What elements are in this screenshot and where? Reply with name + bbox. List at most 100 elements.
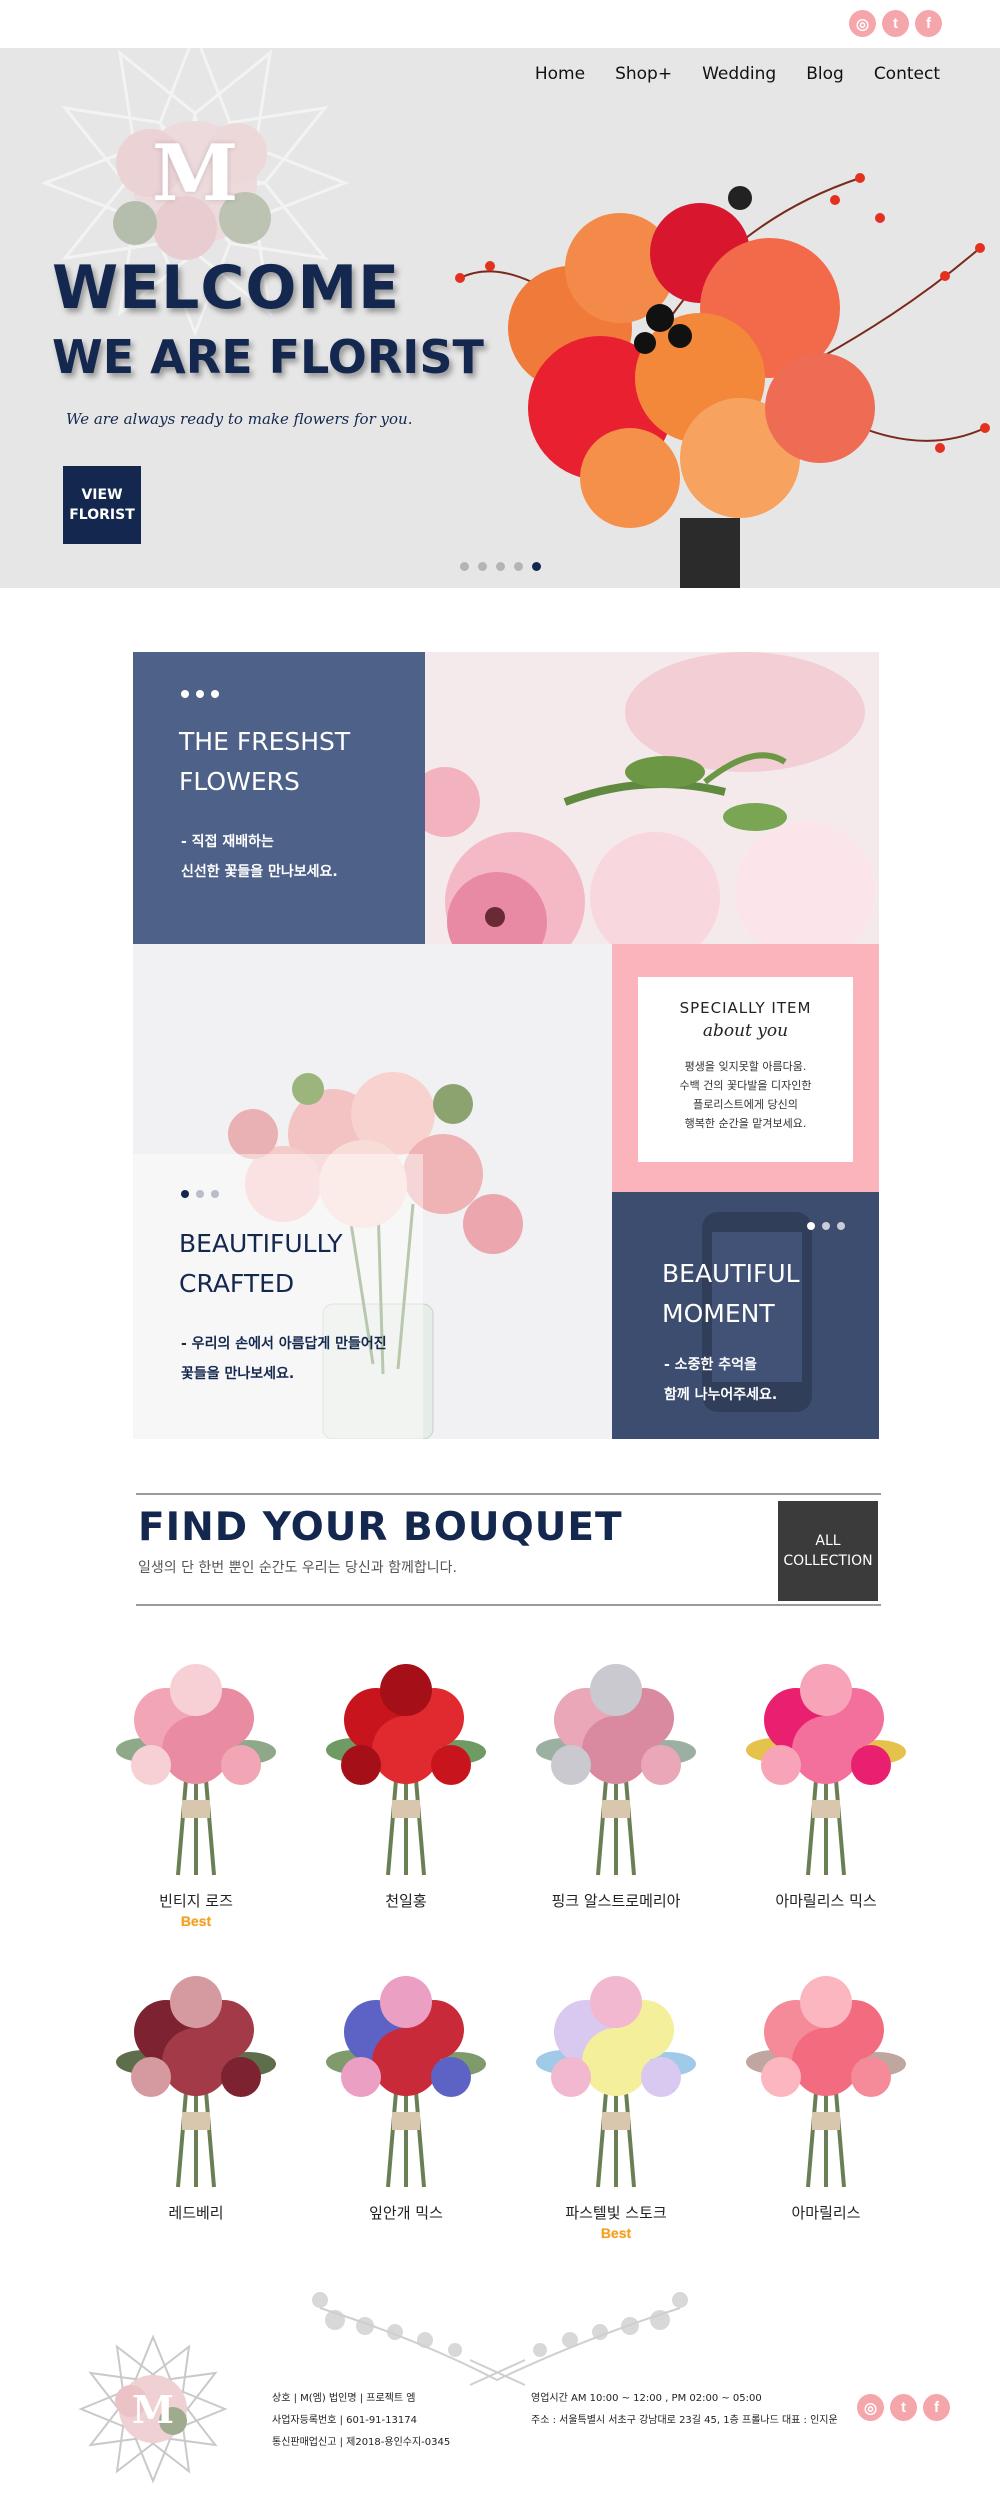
freshest-title-line: THE FRESHST [179, 727, 351, 756]
freshest-card[interactable]: THE FRESHST FLOWERS - 직접 재배하는 신선한 꽃들을 만나… [133, 652, 425, 944]
footer-company-line: 통신판매업신고 | 제2018-용인수지-0345 [272, 2437, 451, 2448]
crafted-text-line: 꽃들을 만나보세요. [181, 1366, 295, 1382]
product-name[interactable]: 핑크 알스트로메리아 [516, 1890, 716, 1911]
nav-wedding[interactable]: Wedding [702, 64, 776, 84]
special-item-title: SPECIALLY ITEM [679, 999, 812, 1017]
card-dot [211, 690, 219, 698]
hero-banner: M Home Shop+ Wedding Blog Contect WELCOM… [0, 48, 1000, 588]
bouquet-image [536, 1664, 696, 1876]
all-collection-button[interactable]: ALL COLLECTION [778, 1501, 878, 1601]
bouquet-image [326, 1664, 486, 1876]
top-bar: ◎ t f [0, 0, 1000, 48]
product-card[interactable]: 레드베리 [96, 1972, 296, 2223]
hero-subtitle-heading: WE ARE FLORIST [52, 330, 484, 384]
moment-text: - 소중한 추억을 함께 나누어주세요. [664, 1350, 777, 1410]
freshest-text-line: 신선한 꽃들을 만나보세요. [181, 864, 338, 880]
nav-home[interactable]: Home [535, 64, 585, 84]
nav-contact[interactable]: Contect [874, 64, 940, 84]
best-badge: Best [180, 1913, 212, 1929]
bouquet-image [746, 1664, 906, 1876]
facebook-icon[interactable]: f [915, 10, 942, 37]
footer-business-info: 영업시간 AM 10:00 ~ 12:00 , PM 02:00 ~ 05:00… [531, 2388, 838, 2432]
moment-title-line: BEAUTIFUL [662, 1259, 800, 1288]
footer-info-line: 주소 : 서울특별시 서초구 강남대로 23길 45, 1층 프롤나드 대표 :… [531, 2415, 838, 2426]
special-item-box: SPECIALLY ITEM about you 평생을 잊지못할 아름다움. … [638, 977, 853, 1162]
all-collection-label-1: ALL [815, 1533, 841, 1549]
main-nav: Home Shop+ Wedding Blog Contect [535, 64, 940, 84]
footer-social-links: ◎ t f [857, 2394, 950, 2421]
hero-bouquet-image [455, 173, 990, 588]
moment-title: BEAUTIFUL MOMENT [662, 1254, 800, 1334]
card-dot [807, 1222, 815, 1230]
freshest-text: - 직접 재배하는 신선한 꽃들을 만나보세요. [181, 827, 338, 887]
crafted-title-line: CRAFTED [179, 1269, 295, 1298]
special-text-line: 평생을 잊지못할 아름다움. [684, 1060, 807, 1073]
card-dot [181, 690, 189, 698]
special-text-line: 행복한 순간을 맡겨보세요. [684, 1117, 807, 1130]
bouquet-image [116, 1976, 276, 2188]
slider-dot[interactable] [478, 562, 487, 571]
product-card[interactable]: 아마릴리스 믹스 [726, 1660, 926, 1911]
product-card[interactable]: 핑크 알스트로메리아 [516, 1660, 716, 1911]
slider-dot[interactable] [460, 562, 469, 571]
twitter-icon[interactable]: t [890, 2394, 917, 2421]
product-name[interactable]: 빈티지 로즈 [96, 1890, 296, 1911]
all-collection-label-2: COLLECTION [783, 1553, 873, 1569]
card-dot [837, 1222, 845, 1230]
product-name[interactable]: 아마릴리스 믹스 [726, 1890, 926, 1911]
moment-card[interactable]: BEAUTIFUL MOMENT - 소중한 추억을 함께 나누어주세요. [612, 1192, 879, 1439]
product-card[interactable]: 빈티지 로즈 Best [96, 1660, 296, 1930]
product-card[interactable]: 아마릴리스 [726, 1972, 926, 2223]
facebook-icon[interactable]: f [923, 2394, 950, 2421]
feature-grid: THE FRESHST FLOWERS - 직접 재배하는 신선한 꽃들을 만나… [133, 652, 879, 1439]
slider-dot[interactable] [514, 562, 523, 571]
best-badge: Best [600, 2225, 632, 2241]
product-name[interactable]: 레드베리 [96, 2202, 296, 2223]
crafted-title-line: BEAUTIFULLY [179, 1229, 343, 1258]
card-dots [181, 690, 219, 698]
moment-text-line: 함께 나누어주세요. [664, 1387, 778, 1403]
find-bouquet-subtitle: 일생의 단 한번 뿐인 순간도 우리는 당신과 함께합니다. [138, 1560, 457, 1576]
pink-ranunculus-photo [425, 652, 879, 944]
ranunculus-image [425, 652, 875, 944]
slider-dot-active[interactable] [532, 562, 541, 571]
freshest-title: THE FRESHST FLOWERS [179, 722, 350, 802]
footer-logo-letter: M [132, 2387, 174, 2432]
slider-dot[interactable] [496, 562, 505, 571]
moment-title-line: MOMENT [662, 1299, 775, 1328]
product-name[interactable]: 천일홍 [306, 1890, 506, 1911]
card-dot [196, 1190, 204, 1198]
instagram-icon[interactable]: ◎ [849, 10, 876, 37]
hero-title: WELCOME [52, 253, 401, 323]
product-card[interactable]: 천일홍 [306, 1660, 506, 1911]
special-text-line: 플로리스트에게 당신의 [693, 1098, 798, 1111]
product-name[interactable]: 잎안개 믹스 [306, 2202, 506, 2223]
top-social-links: ◎ t f [849, 10, 942, 37]
footer-company-line: 사업자등록번호 | 601-91-13174 [272, 2415, 417, 2426]
nav-blog[interactable]: Blog [806, 64, 844, 84]
product-name[interactable]: 아마릴리스 [726, 2202, 926, 2223]
footer-info-line: 영업시간 AM 10:00 ~ 12:00 , PM 02:00 ~ 05:00 [531, 2393, 762, 2404]
view-florist-label-1: VIEW [81, 487, 123, 503]
bouquet-image [746, 1976, 906, 2188]
special-item-text: 평생을 잊지못할 아름다움. 수백 건의 꽃다발을 디자인한 플로리스트에게 당… [638, 1057, 853, 1133]
bouquet-image [116, 1664, 276, 1876]
product-name[interactable]: 파스텔빛 스토크 [516, 2202, 716, 2223]
moment-text-line: - 소중한 추억을 [664, 1357, 757, 1373]
crafted-text: - 우리의 손에서 아름답게 만들어진 꽃들을 만나보세요. [181, 1329, 387, 1389]
instagram-icon[interactable]: ◎ [857, 2394, 884, 2421]
bouquet-image [326, 1976, 486, 2188]
view-florist-button[interactable]: VIEW FLORIST [63, 466, 141, 544]
product-card[interactable]: 파스텔빛 스토크 Best [516, 1972, 716, 2242]
twitter-icon[interactable]: t [882, 10, 909, 37]
product-card[interactable]: 잎안개 믹스 [306, 1972, 506, 2223]
view-florist-label-2: FLORIST [69, 507, 135, 523]
special-item-card[interactable]: SPECIALLY ITEM about you 평생을 잊지못할 아름다움. … [612, 944, 879, 1192]
footer-logo-icon: M [78, 2334, 228, 2484]
footer-company-info: 상호 | M(엠) 법인명 | 프로젝트 엠 사업자등록번호 | 601-91-… [272, 2388, 450, 2454]
crafted-card[interactable]: BEAUTIFULLY CRAFTED - 우리의 손에서 아름답게 만들어진 … [133, 944, 612, 1439]
card-dots [181, 1190, 219, 1198]
nav-shop[interactable]: Shop+ [615, 64, 672, 84]
footer-company-line: 상호 | M(엠) 법인명 | 프로젝트 엠 [272, 2393, 416, 2404]
hero-tagline: We are always ready to make flowers for … [66, 410, 413, 428]
